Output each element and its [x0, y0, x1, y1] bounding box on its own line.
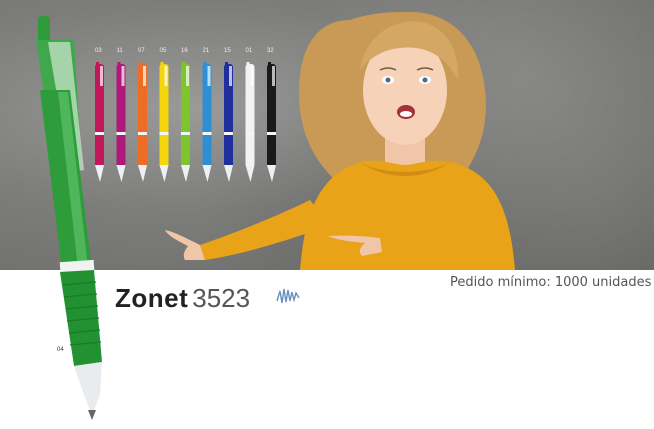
minimum-order-text: Pedido mínimo: 1000 unidades: [450, 275, 652, 290]
variant-code: 21: [202, 48, 210, 54]
signature-icon: [276, 288, 300, 304]
variant-code: 05: [159, 48, 167, 54]
pen-variant: [181, 62, 190, 182]
variant-code: 15: [224, 48, 231, 54]
pen-variant: [245, 62, 255, 182]
variant-code: 16: [181, 48, 188, 54]
product-title: Zonet 3523: [115, 283, 250, 314]
product-brand: Zonet: [115, 283, 189, 313]
variant-code: 07: [138, 48, 145, 54]
pen-variant: [202, 62, 212, 182]
variant-code: 01: [245, 48, 253, 54]
featured-pen: [36, 16, 102, 420]
pen-variant: [138, 62, 147, 182]
featured-pen-code: 04: [57, 347, 64, 353]
pen-variant: [267, 62, 276, 182]
product-model: 3523: [192, 283, 251, 313]
pen-variant: [224, 62, 233, 182]
variant-code: 32: [267, 48, 274, 54]
pen-variant: [159, 62, 169, 182]
